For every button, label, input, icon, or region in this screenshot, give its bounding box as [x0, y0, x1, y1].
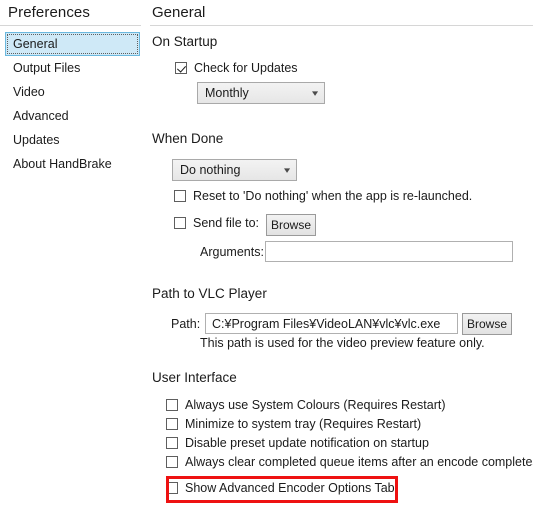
check-for-updates-checkbox[interactable]	[175, 62, 187, 74]
always-clear-completed-queue-checkbox[interactable]	[166, 456, 178, 468]
vlc-path-value: C:¥Program Files¥VideoLAN¥vlc¥vlc.exe	[212, 316, 441, 331]
page-title: General	[152, 4, 206, 21]
sidebar-item-label: About HandBrake	[13, 157, 112, 171]
sidebar-item-updates[interactable]: Updates	[0, 128, 145, 152]
page-title-divider	[150, 25, 533, 26]
arguments-label: Arguments:	[200, 245, 264, 259]
minimize-to-system-tray-label: Minimize to system tray (Requires Restar…	[185, 417, 422, 431]
vlc-path-hint: This path is used for the video preview …	[200, 336, 485, 350]
sidebar-item-video[interactable]: Video	[0, 80, 145, 104]
sidebar-item-about-handbrake[interactable]: About HandBrake	[0, 152, 145, 176]
always-use-system-colours-row[interactable]: Always use System Colours (Requires Rest…	[166, 398, 446, 412]
section-header-on-startup: On Startup	[152, 34, 218, 49]
send-file-to-row[interactable]: Send file to:	[174, 216, 259, 230]
preferences-sidebar: Preferences General Output Files Video A…	[0, 0, 145, 509]
sidebar-item-label: Updates	[13, 133, 60, 147]
disable-preset-update-notification-label: Disable preset update notification on st…	[185, 436, 429, 450]
show-advanced-encoder-options-tab-row[interactable]: Show Advanced Encoder Options Tab	[166, 481, 395, 495]
reset-when-done-label: Reset to 'Do nothing' when the app is re…	[193, 189, 473, 203]
check-for-updates-row[interactable]: Check for Updates	[175, 61, 298, 75]
check-for-updates-label: Check for Updates	[194, 61, 298, 75]
minimize-to-system-tray-row[interactable]: Minimize to system tray (Requires Restar…	[166, 417, 421, 431]
sidebar-title-divider	[0, 25, 141, 26]
sidebar-item-label: Video	[13, 85, 45, 99]
section-header-when-done: When Done	[152, 131, 224, 146]
send-file-to-browse-button[interactable]: Browse	[266, 214, 316, 236]
sidebar-item-output-files[interactable]: Output Files	[0, 56, 145, 80]
disable-preset-update-notification-row[interactable]: Disable preset update notification on st…	[166, 436, 429, 450]
sidebar-title: Preferences	[8, 4, 90, 21]
vlc-path-input[interactable]: C:¥Program Files¥VideoLAN¥vlc¥vlc.exe	[205, 313, 458, 334]
show-advanced-encoder-options-tab-label: Show Advanced Encoder Options Tab	[185, 481, 395, 495]
update-frequency-value: Monthly	[205, 86, 249, 100]
disable-preset-update-notification-checkbox[interactable]	[166, 437, 178, 449]
reset-when-done-row[interactable]: Reset to 'Do nothing' when the app is re…	[174, 189, 472, 203]
arguments-input[interactable]	[265, 241, 513, 262]
chevron-down-icon: ▾	[283, 164, 291, 175]
always-clear-completed-queue-row[interactable]: Always clear completed queue items after…	[166, 455, 533, 469]
always-clear-completed-queue-label: Always clear completed queue items after…	[185, 455, 533, 469]
send-file-to-label: Send file to:	[193, 216, 260, 230]
always-use-system-colours-label: Always use System Colours (Requires Rest…	[185, 398, 446, 412]
when-done-action-dropdown[interactable]: Do nothing ▾	[172, 159, 297, 181]
sidebar-item-advanced[interactable]: Advanced	[0, 104, 145, 128]
sidebar-item-label: General	[13, 37, 58, 51]
sidebar-item-general[interactable]: General	[5, 32, 140, 56]
vlc-path-label: Path:	[171, 317, 201, 331]
minimize-to-system-tray-checkbox[interactable]	[166, 418, 178, 430]
vlc-path-browse-button[interactable]: Browse	[462, 313, 512, 335]
section-header-user-interface: User Interface	[152, 370, 237, 385]
when-done-action-value: Do nothing	[180, 163, 241, 177]
sidebar-nav-list: General Output Files Video Advanced Upda…	[0, 32, 145, 176]
show-advanced-encoder-options-tab-checkbox[interactable]	[166, 482, 178, 494]
reset-when-done-checkbox[interactable]	[174, 190, 186, 202]
update-frequency-dropdown[interactable]: Monthly ▾	[197, 82, 325, 104]
sidebar-item-label: Output Files	[13, 61, 81, 75]
chevron-down-icon: ▾	[311, 87, 319, 98]
always-use-system-colours-checkbox[interactable]	[166, 399, 178, 411]
general-settings-panel: General On Startup Check for Updates Mon…	[150, 0, 533, 509]
send-file-to-checkbox[interactable]	[174, 217, 186, 229]
sidebar-item-label: Advanced	[13, 109, 69, 123]
section-header-vlc-path: Path to VLC Player	[152, 286, 267, 301]
